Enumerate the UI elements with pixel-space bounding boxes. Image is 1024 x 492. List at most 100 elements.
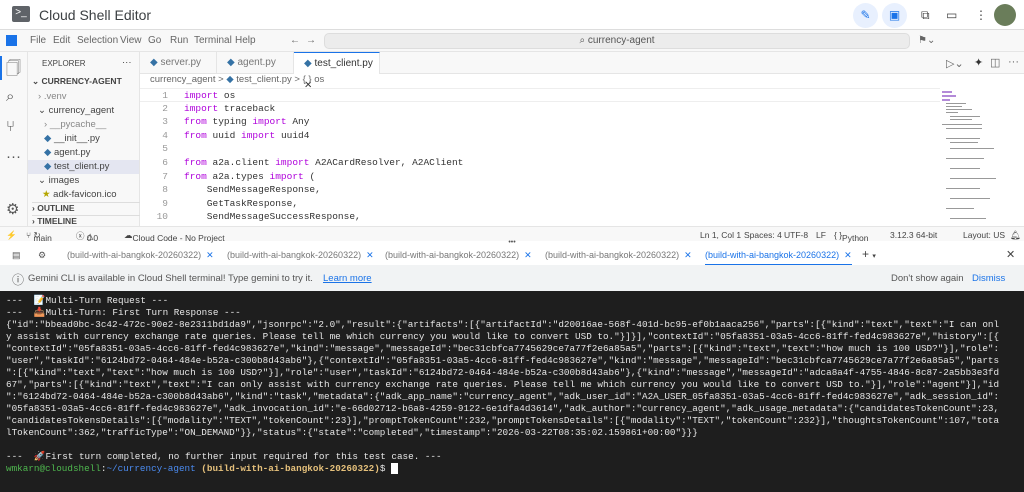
- code-text: GetTaskResponse,: [184, 197, 299, 209]
- breadcrumb-file[interactable]: test_client.py: [236, 74, 291, 85]
- branch-indicator[interactable]: ⑂ main ↻: [26, 230, 52, 243]
- code-line: 1 import os: [140, 88, 940, 102]
- menu-go[interactable]: Go: [148, 35, 161, 46]
- indentation[interactable]: Spaces: 4: [744, 230, 782, 240]
- python-interpreter[interactable]: 3.12.3 64-bit: [890, 230, 937, 240]
- explorer-more-icon[interactable]: ···: [122, 57, 132, 68]
- code-line: 8 SendMessageResponse,: [140, 183, 940, 197]
- close-panel-icon[interactable]: ✕: [1006, 248, 1015, 261]
- cursor-position[interactable]: Ln 1, Col 1: [700, 230, 741, 240]
- close-icon[interactable]: ✕: [844, 250, 852, 260]
- terminal-tabs: ▤ ⚙ (build-with-ai-bangkok-20260322) ✕ (b…: [0, 245, 1024, 266]
- tree-item-venv[interactable]: › .venv: [38, 91, 67, 102]
- timeline-section[interactable]: › TIMELINE: [32, 215, 140, 226]
- code-text: from typing import Any: [184, 116, 310, 128]
- run-icon[interactable]: ▷⌄: [946, 57, 964, 70]
- avatar[interactable]: [994, 4, 1016, 26]
- tab-agent-py[interactable]: ◆ agent.py: [217, 52, 294, 74]
- web-preview-icon[interactable]: ⧉: [921, 8, 930, 23]
- learn-more-link[interactable]: Learn more: [323, 273, 372, 284]
- tree-item-images[interactable]: ⌄ images: [38, 175, 79, 186]
- terminal-tab[interactable]: (build-with-ai-bangkok-20260322) ✕: [227, 250, 374, 261]
- cloud-shell-logo-icon: >_: [12, 6, 30, 22]
- terminal-settings-icon[interactable]: ⚙: [38, 250, 46, 261]
- explorer-panel: EXPLORER ··· ⌄ CURRENCY-AGENT › .venv ⌄ …: [28, 52, 140, 226]
- python-file-icon: ◆: [150, 57, 158, 68]
- cloud-code-status[interactable]: ☁ Cloud Code - No Project: [124, 230, 225, 243]
- keyboard-layout[interactable]: Layout: US: [963, 230, 1005, 240]
- tab-test-client-py[interactable]: ◆ test_client.py ✕: [294, 52, 380, 91]
- close-icon[interactable]: ✕: [524, 250, 532, 260]
- app-header: >_ Cloud Shell Editor ✎ ▣ ⧉ ▭ ⋮: [0, 0, 1024, 30]
- menu-help[interactable]: Help: [235, 35, 256, 46]
- close-icon[interactable]: ✕: [206, 250, 214, 260]
- menu-view[interactable]: View: [120, 35, 142, 46]
- python-file-icon: ◆: [226, 74, 234, 85]
- back-arrow-icon[interactable]: ←: [290, 35, 300, 46]
- remote-icon[interactable]: ⚡: [6, 230, 17, 241]
- search-icon[interactable]: ⌕: [6, 88, 14, 105]
- tree-item-init[interactable]: ◆ __init__.py: [44, 133, 100, 144]
- bell-icon[interactable]: 🔔︎: [1010, 230, 1021, 241]
- menu-terminal[interactable]: Terminal: [194, 35, 232, 46]
- terminal-line: ":"6124bd72-0464-484e-b52a-c300b8d43ab6"…: [6, 391, 1000, 402]
- code-text: import os: [184, 90, 236, 101]
- more-vert-icon[interactable]: ⋮: [975, 8, 987, 22]
- language-mode[interactable]: { } Python: [834, 230, 869, 243]
- terminal-tab[interactable]: (build-with-ai-bangkok-20260322) ✕: [67, 250, 214, 261]
- edit-icon[interactable]: ✎: [853, 3, 878, 28]
- terminal-tab-active[interactable]: (build-with-ai-bangkok-20260322) ✕: [705, 250, 852, 266]
- terminal-panel-icon[interactable]: ▤: [12, 250, 21, 261]
- menu-selection[interactable]: Selection: [77, 35, 118, 46]
- outline-section[interactable]: › OUTLINE: [32, 202, 140, 213]
- code-text: from a2a.types import (: [184, 170, 316, 182]
- tab-server-py[interactable]: ◆ server.py: [140, 52, 217, 74]
- gemini-icon[interactable]: ✦: [974, 56, 983, 69]
- tree-item-currency-agent[interactable]: ⌄ currency_agent: [38, 105, 114, 116]
- encoding[interactable]: UTF-8: [784, 230, 808, 240]
- tree-item-pycache[interactable]: › __pycache__: [44, 119, 106, 130]
- editor-logo-icon: [6, 35, 17, 46]
- terminal-output[interactable]: --- 📝Multi-Turn Request --- --- 📥Multi-Tu…: [0, 291, 1024, 492]
- menu-edit[interactable]: Edit: [53, 35, 70, 46]
- search-icon: ⌕: [579, 35, 588, 46]
- more-icon[interactable]: ···: [6, 148, 21, 165]
- tree-root[interactable]: ⌄ CURRENCY-AGENT: [32, 76, 122, 87]
- source-control-icon[interactable]: ⑂: [6, 118, 15, 135]
- code-text: import traceback: [184, 102, 276, 114]
- close-icon[interactable]: ✕: [684, 250, 692, 260]
- split-editor-icon[interactable]: ◫: [990, 56, 1000, 69]
- new-terminal-icon[interactable]: + ▾: [862, 247, 876, 261]
- terminal-line: --- 🚀First turn completed, no further in…: [6, 451, 442, 462]
- tree-item-test-client[interactable]: ◆ test_client.py: [28, 160, 139, 174]
- terminal-tab[interactable]: (build-with-ai-bangkok-20260322) ✕: [545, 250, 692, 261]
- copilot-icon[interactable]: ⚑⌄: [918, 35, 935, 46]
- eol[interactable]: LF: [816, 230, 826, 240]
- minimap[interactable]: [942, 88, 1012, 226]
- menu-run[interactable]: Run: [170, 35, 188, 46]
- info-icon: ⓘ: [12, 273, 25, 287]
- code-editor[interactable]: 1 import os 2 import traceback 3 from typing …: [140, 88, 940, 236]
- breadcrumb-symbol[interactable]: { } os: [303, 74, 325, 85]
- code-text: from a2a.client import A2ACardResolver, …: [184, 156, 464, 168]
- terminal-line: "05fa8351-03a5-4cc6-81ff-fed4c983627e","…: [6, 403, 1000, 414]
- close-icon[interactable]: ✕: [366, 250, 374, 260]
- gear-icon[interactable]: ⚙: [6, 200, 19, 218]
- breadcrumb-folder[interactable]: currency_agent: [150, 74, 215, 85]
- tree-item-agent[interactable]: ◆ agent.py: [44, 147, 90, 158]
- editor-tabs: ◆ server.py ◆ agent.py ◆ test_client.py …: [140, 52, 1024, 91]
- terminal-cursor: [391, 463, 398, 475]
- forward-arrow-icon[interactable]: →: [306, 35, 316, 46]
- command-center-search[interactable]: ⌕ currency-agent: [324, 33, 910, 49]
- terminal-tab[interactable]: (build-with-ai-bangkok-20260322) ✕: [385, 250, 532, 261]
- line-number: 2: [162, 102, 168, 114]
- terminal-icon[interactable]: ▣: [882, 3, 907, 28]
- explorer-icon[interactable]: 🗍: [6, 58, 21, 83]
- dont-show-again-button[interactable]: Don't show again: [891, 273, 964, 284]
- menu-file[interactable]: File: [30, 35, 46, 46]
- dismiss-button[interactable]: Dismiss: [972, 273, 1005, 284]
- tree-item-favicon[interactable]: ★ adk-favicon.ico: [42, 189, 117, 200]
- editor-more-icon[interactable]: ···: [1008, 56, 1019, 68]
- panel-icon[interactable]: ▭: [946, 8, 957, 22]
